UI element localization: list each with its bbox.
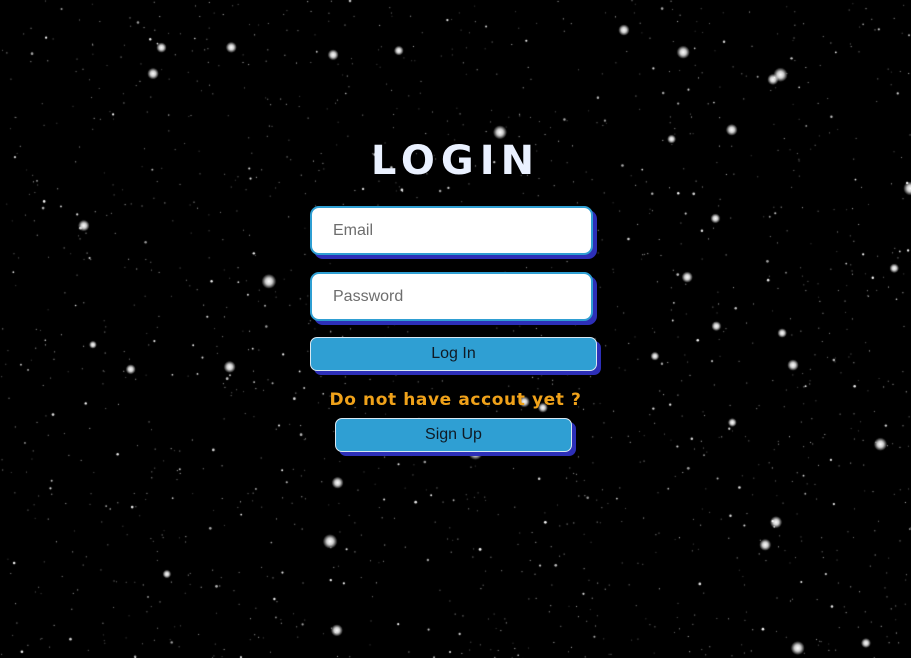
signup-button[interactable]: Sign Up [335, 418, 572, 452]
login-button[interactable]: Log In [310, 337, 597, 371]
signup-prompt: Do not have accout yet ? [329, 390, 582, 410]
page-title: LOGIN [370, 138, 541, 184]
login-panel: LOGIN Log In Do not have accout yet ? Si… [0, 0, 911, 658]
email-field[interactable] [310, 206, 593, 255]
password-field[interactable] [310, 272, 593, 321]
